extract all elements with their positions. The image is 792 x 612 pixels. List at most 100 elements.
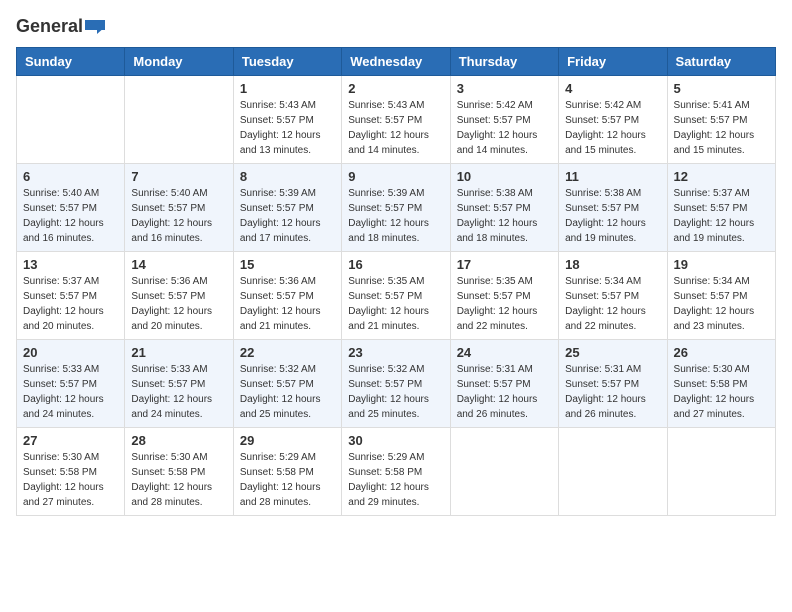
day-info: Sunrise: 5:34 AM Sunset: 5:57 PM Dayligh… (674, 274, 769, 334)
day-number: 21 (131, 345, 226, 360)
calendar-week-4: 20 Sunrise: 5:33 AM Sunset: 5:57 PM Dayli… (17, 340, 776, 428)
day-info: Sunrise: 5:37 AM Sunset: 5:57 PM Dayligh… (674, 186, 769, 246)
day-number: 27 (23, 433, 118, 448)
day-info: Sunrise: 5:33 AM Sunset: 5:57 PM Dayligh… (131, 362, 226, 422)
calendar-week-5: 27 Sunrise: 5:30 AM Sunset: 5:58 PM Dayli… (17, 428, 776, 516)
calendar-cell (450, 428, 558, 516)
day-info: Sunrise: 5:32 AM Sunset: 5:57 PM Dayligh… (348, 362, 443, 422)
day-info: Sunrise: 5:36 AM Sunset: 5:57 PM Dayligh… (131, 274, 226, 334)
day-info: Sunrise: 5:43 AM Sunset: 5:57 PM Dayligh… (348, 98, 443, 158)
weekday-header-sunday: Sunday (17, 48, 125, 76)
calendar-cell: 11 Sunrise: 5:38 AM Sunset: 5:57 PM Dayli… (559, 164, 667, 252)
calendar-cell: 20 Sunrise: 5:33 AM Sunset: 5:57 PM Dayli… (17, 340, 125, 428)
day-number: 14 (131, 257, 226, 272)
calendar-header-row: SundayMondayTuesdayWednesdayThursdayFrid… (17, 48, 776, 76)
day-info: Sunrise: 5:33 AM Sunset: 5:57 PM Dayligh… (23, 362, 118, 422)
day-info: Sunrise: 5:30 AM Sunset: 5:58 PM Dayligh… (131, 450, 226, 510)
day-number: 30 (348, 433, 443, 448)
weekday-header-thursday: Thursday (450, 48, 558, 76)
calendar-cell: 5 Sunrise: 5:41 AM Sunset: 5:57 PM Daylig… (667, 76, 775, 164)
calendar-cell (17, 76, 125, 164)
day-info: Sunrise: 5:36 AM Sunset: 5:57 PM Dayligh… (240, 274, 335, 334)
weekday-header-monday: Monday (125, 48, 233, 76)
day-number: 18 (565, 257, 660, 272)
day-number: 20 (23, 345, 118, 360)
calendar-cell: 30 Sunrise: 5:29 AM Sunset: 5:58 PM Dayli… (342, 428, 450, 516)
day-info: Sunrise: 5:35 AM Sunset: 5:57 PM Dayligh… (348, 274, 443, 334)
day-number: 11 (565, 169, 660, 184)
day-info: Sunrise: 5:40 AM Sunset: 5:57 PM Dayligh… (23, 186, 118, 246)
logo-flag-icon (85, 20, 105, 34)
day-info: Sunrise: 5:29 AM Sunset: 5:58 PM Dayligh… (240, 450, 335, 510)
page-header: General (16, 16, 776, 37)
day-number: 12 (674, 169, 769, 184)
calendar-cell: 14 Sunrise: 5:36 AM Sunset: 5:57 PM Dayli… (125, 252, 233, 340)
calendar-table: SundayMondayTuesdayWednesdayThursdayFrid… (16, 47, 776, 516)
day-number: 25 (565, 345, 660, 360)
day-number: 15 (240, 257, 335, 272)
calendar-cell: 10 Sunrise: 5:38 AM Sunset: 5:57 PM Dayli… (450, 164, 558, 252)
calendar-cell (667, 428, 775, 516)
logo: General (16, 16, 105, 37)
calendar-cell: 7 Sunrise: 5:40 AM Sunset: 5:57 PM Daylig… (125, 164, 233, 252)
calendar-cell: 3Sunrise: 5:42 AM Sunset: 5:57 PM Daylig… (450, 76, 558, 164)
calendar-cell: 4 Sunrise: 5:42 AM Sunset: 5:57 PM Daylig… (559, 76, 667, 164)
day-info: Sunrise: 5:30 AM Sunset: 5:58 PM Dayligh… (674, 362, 769, 422)
day-number: 10 (457, 169, 552, 184)
calendar-cell: 18 Sunrise: 5:34 AM Sunset: 5:57 PM Dayli… (559, 252, 667, 340)
day-info: Sunrise: 5:38 AM Sunset: 5:57 PM Dayligh… (565, 186, 660, 246)
calendar-cell: 6 Sunrise: 5:40 AM Sunset: 5:57 PM Daylig… (17, 164, 125, 252)
day-info: Sunrise: 5:43 AM Sunset: 5:57 PM Dayligh… (240, 98, 335, 158)
day-number: 26 (674, 345, 769, 360)
calendar-cell: 24 Sunrise: 5:31 AM Sunset: 5:57 PM Dayli… (450, 340, 558, 428)
day-number: 17 (457, 257, 552, 272)
day-number: 2 (348, 81, 443, 96)
day-info: Sunrise: 5:35 AM Sunset: 5:57 PM Dayligh… (457, 274, 552, 334)
day-info: Sunrise: 5:39 AM Sunset: 5:57 PM Dayligh… (240, 186, 335, 246)
day-info: Sunrise: 5:32 AM Sunset: 5:57 PM Dayligh… (240, 362, 335, 422)
weekday-header-tuesday: Tuesday (233, 48, 341, 76)
calendar-cell: 23 Sunrise: 5:32 AM Sunset: 5:57 PM Dayli… (342, 340, 450, 428)
calendar-cell: 29Sunrise: 5:29 AM Sunset: 5:58 PM Dayli… (233, 428, 341, 516)
day-number: 16 (348, 257, 443, 272)
calendar-cell: 21 Sunrise: 5:33 AM Sunset: 5:57 PM Dayli… (125, 340, 233, 428)
day-info: Sunrise: 5:40 AM Sunset: 5:57 PM Dayligh… (131, 186, 226, 246)
calendar-cell (559, 428, 667, 516)
calendar-week-3: 13 Sunrise: 5:37 AM Sunset: 5:57 PM Dayli… (17, 252, 776, 340)
day-info: Sunrise: 5:29 AM Sunset: 5:58 PM Dayligh… (348, 450, 443, 510)
day-info: Sunrise: 5:39 AM Sunset: 5:57 PM Dayligh… (348, 186, 443, 246)
calendar-cell: 19 Sunrise: 5:34 AM Sunset: 5:57 PM Dayli… (667, 252, 775, 340)
calendar-cell: 15 Sunrise: 5:36 AM Sunset: 5:57 PM Dayli… (233, 252, 341, 340)
calendar-cell: 22 Sunrise: 5:32 AM Sunset: 5:57 PM Dayli… (233, 340, 341, 428)
day-info: Sunrise: 5:41 AM Sunset: 5:57 PM Dayligh… (674, 98, 769, 158)
calendar-cell: 17 Sunrise: 5:35 AM Sunset: 5:57 PM Dayli… (450, 252, 558, 340)
logo-general-text: General (16, 16, 83, 37)
day-number: 23 (348, 345, 443, 360)
day-number: 4 (565, 81, 660, 96)
calendar-cell: 8Sunrise: 5:39 AM Sunset: 5:57 PM Daylig… (233, 164, 341, 252)
calendar-cell: 27Sunrise: 5:30 AM Sunset: 5:58 PM Dayli… (17, 428, 125, 516)
day-number: 6 (23, 169, 118, 184)
calendar-cell: 13 Sunrise: 5:37 AM Sunset: 5:57 PM Dayli… (17, 252, 125, 340)
calendar-cell: 16 Sunrise: 5:35 AM Sunset: 5:57 PM Dayli… (342, 252, 450, 340)
calendar-cell: 1Sunrise: 5:43 AM Sunset: 5:57 PM Daylig… (233, 76, 341, 164)
day-number: 28 (131, 433, 226, 448)
day-number: 24 (457, 345, 552, 360)
calendar-cell: 28 Sunrise: 5:30 AM Sunset: 5:58 PM Dayli… (125, 428, 233, 516)
day-number: 7 (131, 169, 226, 184)
day-info: Sunrise: 5:38 AM Sunset: 5:57 PM Dayligh… (457, 186, 552, 246)
day-number: 13 (23, 257, 118, 272)
day-info: Sunrise: 5:34 AM Sunset: 5:57 PM Dayligh… (565, 274, 660, 334)
day-number: 22 (240, 345, 335, 360)
day-number: 19 (674, 257, 769, 272)
calendar-cell (125, 76, 233, 164)
calendar-cell: 9 Sunrise: 5:39 AM Sunset: 5:57 PM Daylig… (342, 164, 450, 252)
day-info: Sunrise: 5:31 AM Sunset: 5:57 PM Dayligh… (565, 362, 660, 422)
day-number: 9 (348, 169, 443, 184)
calendar-cell: 26 Sunrise: 5:30 AM Sunset: 5:58 PM Dayli… (667, 340, 775, 428)
day-info: Sunrise: 5:42 AM Sunset: 5:57 PM Dayligh… (565, 98, 660, 158)
day-info: Sunrise: 5:37 AM Sunset: 5:57 PM Dayligh… (23, 274, 118, 334)
calendar-cell: 12 Sunrise: 5:37 AM Sunset: 5:57 PM Dayli… (667, 164, 775, 252)
day-number: 5 (674, 81, 769, 96)
day-info: Sunrise: 5:31 AM Sunset: 5:57 PM Dayligh… (457, 362, 552, 422)
